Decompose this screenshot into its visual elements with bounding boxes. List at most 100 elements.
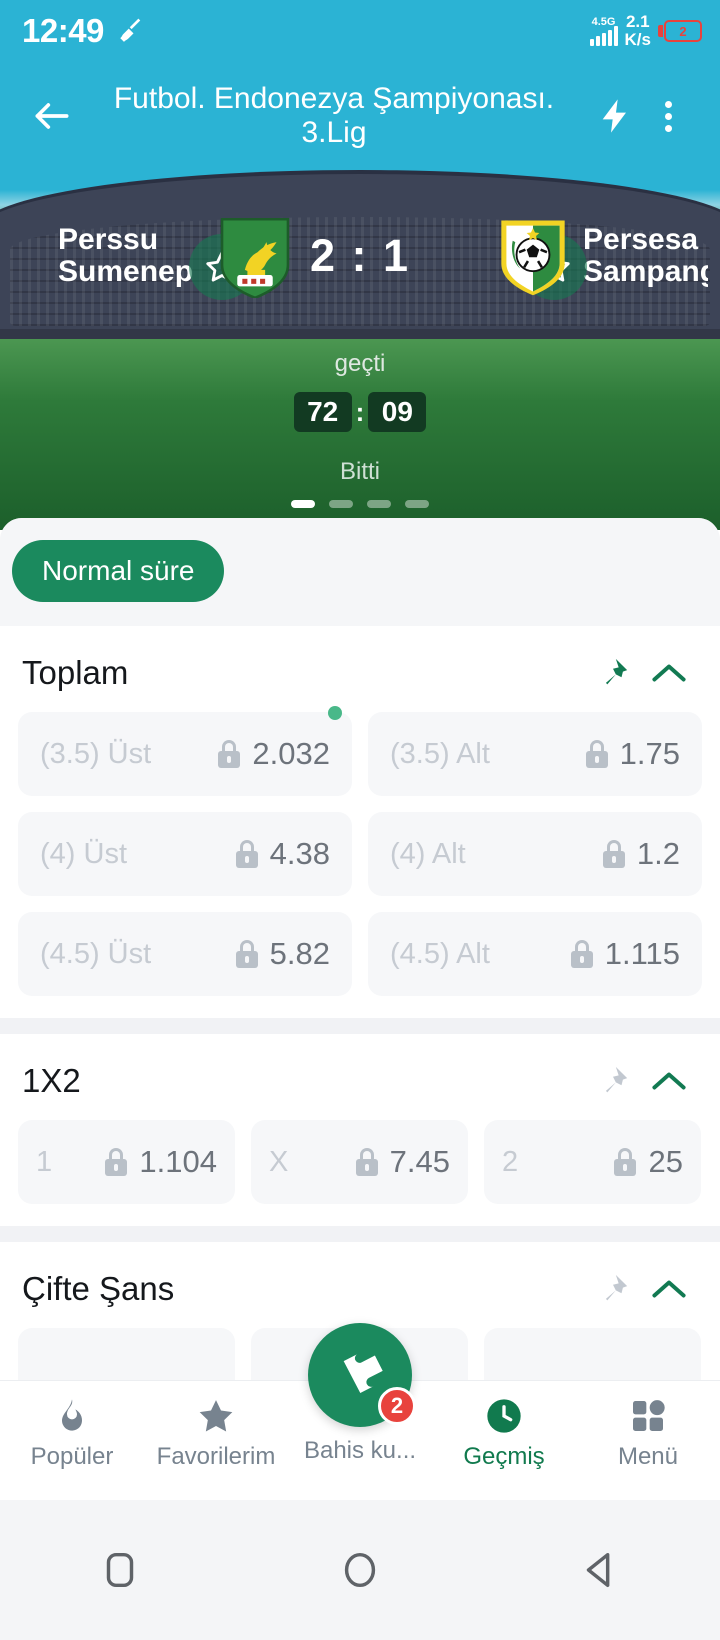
overflow-menu-button[interactable] <box>642 100 694 132</box>
outcome-value-group: 1.75 <box>585 736 680 772</box>
nav-item-menu[interactable]: Menü <box>576 1381 720 1471</box>
outcome-cell[interactable]: 1 1.104 <box>18 1120 235 1204</box>
chevron-up-icon <box>652 1072 686 1090</box>
nav-label: Menü <box>617 1443 679 1470</box>
pin-button[interactable] <box>586 1272 640 1306</box>
match-card[interactable]: Perssu Sumenep 2: 1 Persesa Sampang geç… <box>12 168 708 484</box>
lock-icon <box>602 840 625 868</box>
pin-button[interactable] <box>586 1064 640 1098</box>
market-outcomes: (3.5) Üst 2.032 (3.5) Alt 1.75 (4) Üst 4… <box>0 706 720 1018</box>
status-time: 12:49 <box>22 12 104 49</box>
market-section-1x2: 1X2 1 1.104 X 7.45 2 25 <box>0 1034 720 1226</box>
back-button[interactable] <box>540 1535 660 1605</box>
outcome-odds: 7.45 <box>389 1144 450 1179</box>
outcome-label: (4) Alt <box>390 837 466 870</box>
outcome-value-group: 1.115 <box>570 936 680 972</box>
circle-icon <box>344 1552 376 1588</box>
outcome-cell[interactable]: (3.5) Alt 1.75 <box>368 712 702 796</box>
flame-icon <box>62 1399 83 1431</box>
filter-chip-normal-time[interactable]: Normal süre <box>12 540 225 602</box>
nav-label: Geçmiş <box>463 1443 545 1470</box>
pin-button[interactable] <box>586 656 640 690</box>
nav-label: Bahis ku... <box>303 1437 417 1464</box>
outcome-cell[interactable]: (4) Üst 4.38 <box>18 812 352 896</box>
outcome-label: (4.5) Üst <box>40 937 152 970</box>
outcome-value-group: 4.38 <box>235 836 330 872</box>
match-status-text: Bitti <box>339 458 380 484</box>
collapse-button[interactable] <box>640 1276 698 1302</box>
markets-sheet: Normal süre Toplam (3.5) Üst 2.032 (3.5)… <box>0 518 720 1380</box>
app-bar: Futbol. Endonezya Şampiyonası. 3.Lig <box>0 62 720 170</box>
market-header[interactable]: 1X2 <box>0 1034 720 1116</box>
nav-label: Favorilerim <box>156 1443 276 1470</box>
lock-icon <box>218 740 241 768</box>
match-hero: Perssu Sumenep 2: 1 Persesa Sampang geç… <box>0 152 720 530</box>
pagination-dot[interactable] <box>367 500 391 508</box>
recents-button[interactable] <box>60 1535 180 1605</box>
broom-icon <box>120 18 141 42</box>
outcome-odds: 25 <box>648 1144 683 1179</box>
nav-label: Popüler <box>30 1443 114 1470</box>
square-icon <box>106 1552 134 1588</box>
carousel-pagination[interactable] <box>0 500 720 508</box>
back-arrow-icon <box>35 103 69 129</box>
chevron-up-icon <box>652 1280 686 1298</box>
page-title: Futbol. Endonezya Şampiyonası. 3.Lig <box>113 82 555 149</box>
data-rate-value: 2.1 <box>625 12 650 32</box>
ticket-icon <box>343 1354 383 1394</box>
market-title: 1X2 <box>22 1062 81 1099</box>
outcome-cell[interactable] <box>18 1328 235 1380</box>
market-title: Toplam <box>22 654 129 691</box>
pagination-dot[interactable] <box>329 500 353 508</box>
section-divider <box>0 1018 720 1034</box>
data-rate-unit: K/s <box>624 30 651 49</box>
pagination-dot[interactable] <box>405 500 429 508</box>
outcome-cell[interactable]: (3.5) Üst 2.032 <box>18 706 352 796</box>
outcome-odds: 1.104 <box>139 1144 217 1179</box>
outcome-cell[interactable]: (4.5) Alt 1.115 <box>368 912 702 996</box>
market-title: Çifte Şans <box>22 1270 175 1307</box>
status-bar-left: 12:49 <box>22 12 146 50</box>
outcome-cell[interactable]: (4) Alt 1.2 <box>368 812 702 896</box>
app-screen: 12:49 4.5G 2.1 K/s 2 Futbol. Endonezya Ş… <box>0 0 720 1640</box>
flash-button[interactable] <box>590 96 642 136</box>
outcome-value-group: 2.032 <box>218 736 330 772</box>
outcome-label: (3.5) Üst <box>40 737 152 770</box>
section-divider <box>0 1226 720 1242</box>
clock-seconds: 09 <box>368 392 427 432</box>
lock-icon <box>235 940 258 968</box>
clock-minutes: 72 <box>293 392 352 432</box>
nav-item-history[interactable]: Geçmiş <box>432 1381 576 1471</box>
home-button[interactable] <box>300 1535 420 1605</box>
match-score: 2 : 1 <box>309 230 411 281</box>
star-icon <box>199 1400 233 1432</box>
betslip-fab-button[interactable]: 2 <box>308 1323 416 1427</box>
bottom-navigation: Popüler Favorilerim 2 Bahis ku... Geçmiş… <box>0 1323 720 1500</box>
market-header[interactable]: Toplam <box>0 626 720 708</box>
lightning-icon <box>602 99 626 133</box>
outcome-cell[interactable]: 2 25 <box>483 1120 701 1204</box>
data-rate-indicator: 2.1 K/s <box>625 13 651 49</box>
outcome-value-group: 25 <box>614 1144 683 1180</box>
signal-indicator: 4.5G <box>589 16 618 46</box>
outcome-odds: 2.032 <box>252 736 330 771</box>
lock-icon <box>614 1148 637 1176</box>
outcome-label: 1 <box>36 1145 53 1178</box>
pagination-dot[interactable] <box>291 500 315 508</box>
outcome-cell[interactable] <box>483 1328 701 1380</box>
nav-item-favorites[interactable]: Favorilerim <box>144 1381 288 1471</box>
flame-icon-wrap <box>52 1395 92 1437</box>
outcome-cell[interactable]: X 7.45 <box>250 1120 468 1204</box>
lock-icon <box>355 1148 378 1176</box>
lock-icon <box>235 840 258 868</box>
collapse-button[interactable] <box>640 1068 698 1094</box>
collapse-button[interactable] <box>640 660 698 686</box>
outcome-cell[interactable]: (4.5) Üst 5.82 <box>18 912 352 996</box>
market-header[interactable]: Çifte Şans <box>0 1242 720 1324</box>
match-clock: 72 : 09 <box>12 392 708 432</box>
back-button[interactable] <box>26 94 78 138</box>
lock-icon <box>585 740 608 768</box>
outcome-value-group: 5.82 <box>235 936 330 972</box>
match-period-text: geçti <box>334 350 386 377</box>
nav-item-popular[interactable]: Popüler <box>0 1381 144 1471</box>
